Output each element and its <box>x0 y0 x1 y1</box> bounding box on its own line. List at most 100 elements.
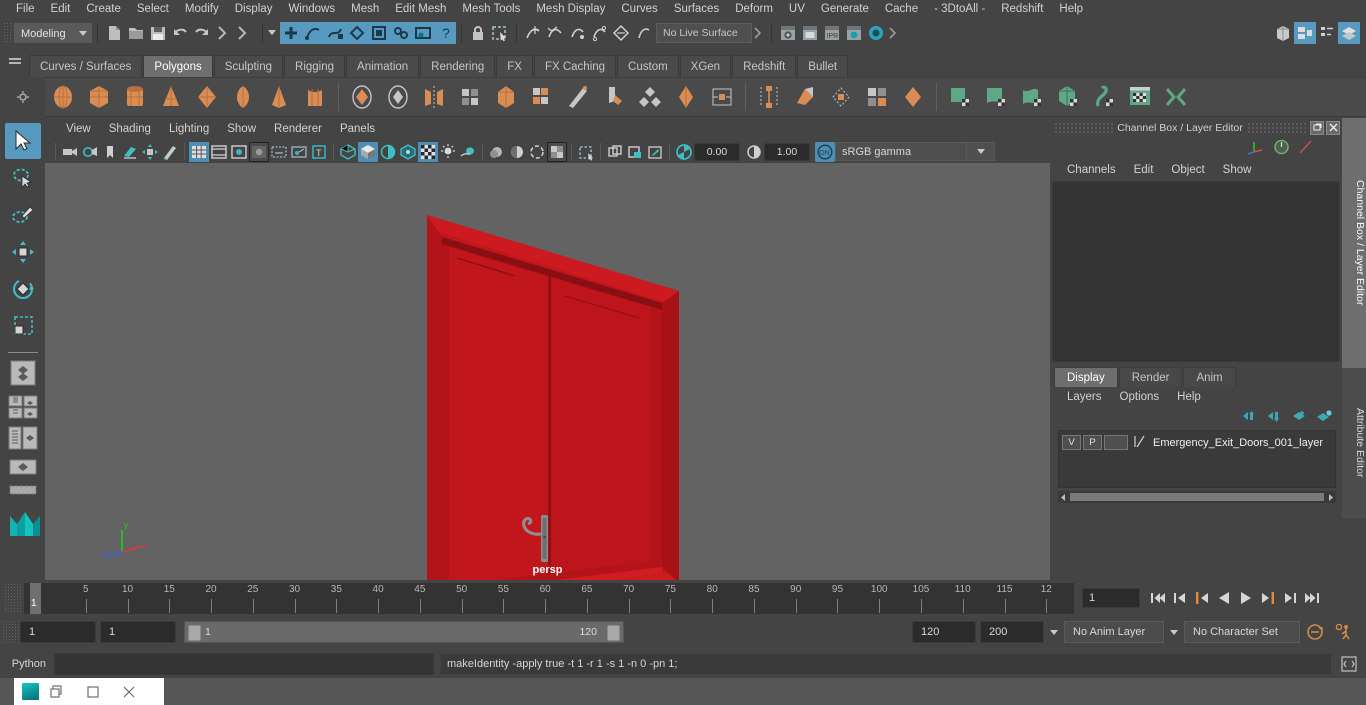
step-back-frame-icon[interactable] <box>1192 587 1211 609</box>
channel-menu-edit[interactable]: Edit <box>1125 159 1163 181</box>
shelf-menu-icon[interactable] <box>0 46 29 77</box>
command-input[interactable] <box>54 653 434 675</box>
channel-menu-channels[interactable]: Channels <box>1058 159 1125 181</box>
layer-color-swatch[interactable] <box>1104 435 1128 450</box>
auto-key-icon[interactable] <box>1304 621 1326 643</box>
live-surface-field[interactable]: No Live Surface <box>656 22 752 43</box>
motion-blur-icon[interactable] <box>487 142 507 162</box>
snap-curve-icon[interactable] <box>544 22 566 44</box>
wireframe-icon[interactable] <box>338 142 358 162</box>
manipulator-axis-icon[interactable] <box>1247 139 1265 158</box>
poly-prism-icon[interactable] <box>297 79 333 115</box>
move-tool[interactable] <box>5 234 41 270</box>
show-hypergraph-icon[interactable] <box>1294 21 1316 44</box>
maximize-window-button[interactable] <box>75 678 111 705</box>
layer-menu-options[interactable]: Options <box>1111 387 1169 408</box>
poly-booleans-icon[interactable] <box>344 79 380 115</box>
menu-surfaces[interactable]: Surfaces <box>666 0 727 19</box>
poly-plane-icon[interactable] <box>225 79 261 115</box>
anim-layer-chevron-icon[interactable] <box>1044 621 1064 643</box>
redo-icon[interactable] <box>191 22 213 44</box>
poly-cone-icon[interactable] <box>153 79 189 115</box>
status-line-grip[interactable] <box>3 21 12 44</box>
menu-uv[interactable]: UV <box>781 0 813 19</box>
shelf-tab-curves-surfaces[interactable]: Curves / Surfaces <box>29 55 143 77</box>
hypershade-icon[interactable] <box>865 22 887 44</box>
shelf-tab-bullet[interactable]: Bullet <box>797 55 849 77</box>
anim-layer-field[interactable]: No Anim Layer <box>1064 621 1164 643</box>
step-back-keyframe-icon[interactable] <box>1170 587 1189 609</box>
poly-reduce-icon[interactable] <box>668 79 704 115</box>
poly-sphere-icon[interactable] <box>45 79 81 115</box>
poly-cylinder-icon[interactable] <box>117 79 153 115</box>
live-surface-chevron-icon[interactable] <box>752 22 766 44</box>
menu-mesh-display[interactable]: Mesh Display <box>528 0 613 19</box>
layer-playback-toggle[interactable]: P <box>1083 435 1102 450</box>
range-row-grip[interactable] <box>2 620 20 644</box>
poly-edit-edge-icon[interactable] <box>751 79 787 115</box>
hypershade-persp-layout[interactable] <box>6 458 40 483</box>
shelf-tab-sculpting[interactable]: Sculpting <box>213 55 284 77</box>
poly-torus-icon[interactable] <box>189 79 225 115</box>
lock-selection-icon[interactable] <box>467 22 489 44</box>
xray-icon[interactable] <box>269 142 289 162</box>
uv-spherical-icon[interactable] <box>1014 79 1050 115</box>
menu-windows[interactable]: Windows <box>280 0 343 19</box>
view-snapshot-icon[interactable] <box>645 142 665 162</box>
show-attribute-editor-icon[interactable] <box>1316 22 1338 44</box>
exposure-field[interactable]: 0.00 <box>694 142 740 161</box>
grid-toggle-icon[interactable] <box>189 141 209 162</box>
viewport-menu-renderer[interactable]: Renderer <box>265 118 331 140</box>
shelf-tab-custom[interactable]: Custom <box>617 55 679 77</box>
color-management-field[interactable]: sRGB gamma <box>835 142 967 161</box>
mask-all-icon[interactable] <box>280 21 302 44</box>
save-scene-icon[interactable] <box>147 22 169 44</box>
character-set-chevron-icon[interactable] <box>1164 621 1184 643</box>
uv-automatic-icon[interactable] <box>1050 79 1086 115</box>
shadows-icon[interactable] <box>438 142 458 162</box>
shelf-tab-xgen[interactable]: XGen <box>679 55 732 77</box>
layer-tab-render[interactable]: Render <box>1118 367 1183 387</box>
highlight-selection-icon[interactable] <box>489 22 511 44</box>
poly-cube-icon[interactable] <box>81 79 117 115</box>
poly-sculpt-icon[interactable] <box>704 79 740 115</box>
go-to-end-icon[interactable] <box>1302 587 1321 609</box>
smooth-shade-icon[interactable] <box>358 141 378 162</box>
mask-misc-icon[interactable] <box>412 21 434 44</box>
character-set-field[interactable]: No Character Set <box>1184 621 1300 643</box>
use-default-lighting-icon[interactable] <box>418 141 438 162</box>
snap-viewplane-icon[interactable] <box>610 22 632 44</box>
command-language-label[interactable]: Python <box>0 658 54 670</box>
menu-deform[interactable]: Deform <box>727 0 781 19</box>
uv-planar-icon[interactable] <box>942 79 978 115</box>
undo-icon[interactable] <box>169 22 191 44</box>
panel-grip-left[interactable] <box>1054 122 1114 133</box>
play-backwards-icon[interactable] <box>1214 587 1233 609</box>
layer-menu-layers[interactable]: Layers <box>1058 387 1111 408</box>
close-window-button[interactable] <box>111 678 147 705</box>
poly-multicut-icon[interactable] <box>560 79 596 115</box>
poly-smooth-icon[interactable] <box>452 79 488 115</box>
shelf-tab-fx[interactable]: FX <box>496 55 533 77</box>
mask-question-icon[interactable]: ? <box>434 21 456 44</box>
uv-cylindrical-icon[interactable] <box>978 79 1014 115</box>
scale-tool[interactable] <box>5 308 41 344</box>
shelf-tab-animation[interactable]: Animation <box>346 55 420 77</box>
lasso-tool[interactable] <box>5 160 41 196</box>
uv-editor-icon[interactable] <box>1122 79 1158 115</box>
menu-edit[interactable]: Edit <box>43 0 79 19</box>
go-to-start-icon[interactable] <box>1148 587 1167 609</box>
range-start-field[interactable]: 1 <box>20 621 96 643</box>
channel-box-content[interactable] <box>1052 181 1340 362</box>
viewport-menu-show[interactable]: Show <box>218 118 265 140</box>
menu-curves[interactable]: Curves <box>613 0 665 19</box>
current-frame-field[interactable]: 1 <box>1082 588 1140 608</box>
range-slider[interactable]: 1 120 <box>184 621 624 643</box>
menu-display[interactable]: Display <box>227 0 281 19</box>
persp-graph-layout[interactable] <box>6 485 40 500</box>
open-scene-icon[interactable] <box>125 22 147 44</box>
poly-mirror-icon[interactable] <box>416 79 452 115</box>
display-layer-list[interactable]: V P Emergency_Exit_Doors_001_layer <box>1058 430 1336 488</box>
step-forward-keyframe-icon[interactable] <box>1280 587 1299 609</box>
render-current-frame-icon[interactable] <box>799 22 821 44</box>
